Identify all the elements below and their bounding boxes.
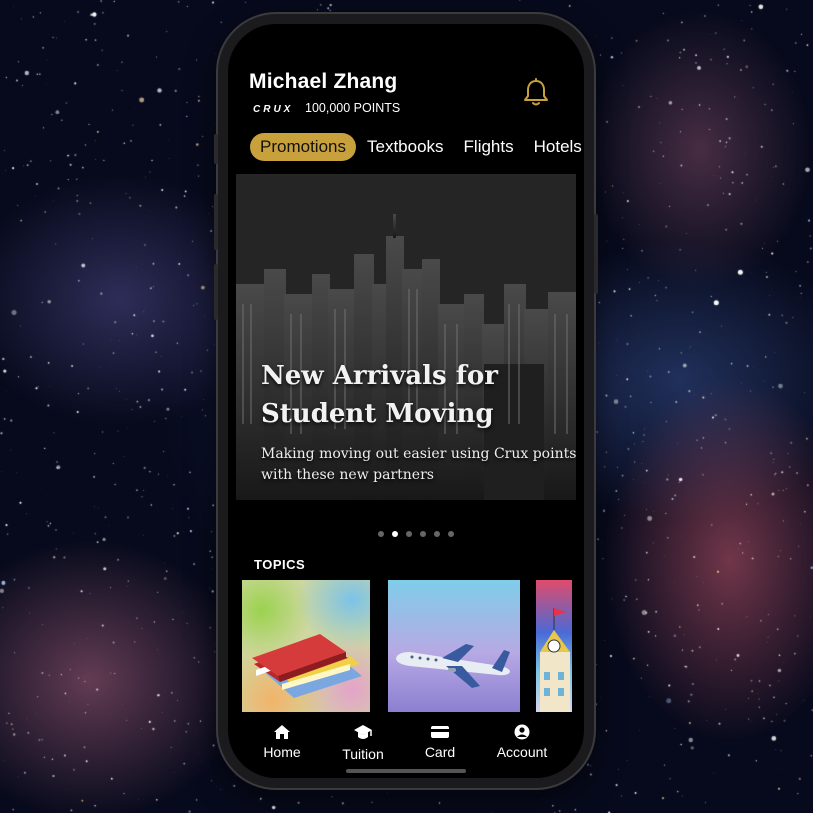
school-building-icon (540, 608, 570, 712)
carousel-dot[interactable] (378, 531, 384, 537)
tab-hotels[interactable]: Hotels (525, 133, 584, 161)
airplane-icon (396, 644, 510, 688)
banner-title: New Arrivals for Student Moving (261, 361, 498, 429)
user-name: Michael Zhang (249, 70, 398, 93)
account-icon (514, 724, 530, 740)
textbooks-icon (252, 634, 362, 698)
tab-textbooks[interactable]: Textbooks (358, 133, 453, 161)
bell-icon[interactable] (522, 78, 550, 108)
carousel-dot[interactable] (448, 531, 454, 537)
carousel-dot[interactable] (420, 531, 426, 537)
nav-tuition[interactable]: Tuition (323, 724, 403, 762)
brand-logo: CRUX (253, 104, 294, 115)
tab-flights[interactable]: Flights (455, 133, 523, 161)
nav-account[interactable]: Account (482, 724, 562, 760)
nav-card[interactable]: Card (400, 724, 480, 760)
volume-down-button (214, 264, 218, 320)
phone-device: Michael Zhang CRUX 100,000 POINTS Promot… (214, 14, 598, 788)
nav-tuition-label: Tuition (342, 746, 384, 762)
nav-card-label: Card (424, 744, 456, 760)
carousel-dot[interactable] (406, 531, 412, 537)
home-indicator[interactable] (346, 769, 466, 773)
topic-card-flights[interactable] (388, 580, 520, 712)
topic-card-school[interactable] (536, 580, 572, 712)
carousel-dot[interactable] (434, 531, 440, 537)
credit-card-icon (431, 726, 449, 738)
category-tabs: Promotions Textbooks Flights Hotels (250, 132, 584, 162)
points-balance: 100,000 POINTS (305, 101, 401, 115)
power-button (594, 214, 598, 294)
nav-account-label: Account (496, 744, 548, 760)
home-icon (274, 725, 290, 739)
nav-home-label: Home (263, 744, 301, 760)
banner-subtitle: Making moving out easier using Crux poin… (261, 446, 576, 483)
mute-switch (214, 134, 218, 164)
promo-banner[interactable]: New Arrivals for Student Moving Making mo… (236, 174, 576, 500)
app-screen: Michael Zhang CRUX 100,000 POINTS Promot… (228, 24, 584, 778)
volume-up-button (214, 194, 218, 250)
topic-card-textbooks[interactable] (242, 580, 370, 712)
carousel-dot-active[interactable] (392, 531, 398, 537)
nav-home[interactable]: Home (242, 724, 322, 760)
carousel-pagination (378, 531, 462, 537)
tab-promotions[interactable]: Promotions (250, 133, 356, 161)
graduation-cap-icon (354, 725, 372, 739)
topics-heading: TOPICS (254, 557, 306, 572)
